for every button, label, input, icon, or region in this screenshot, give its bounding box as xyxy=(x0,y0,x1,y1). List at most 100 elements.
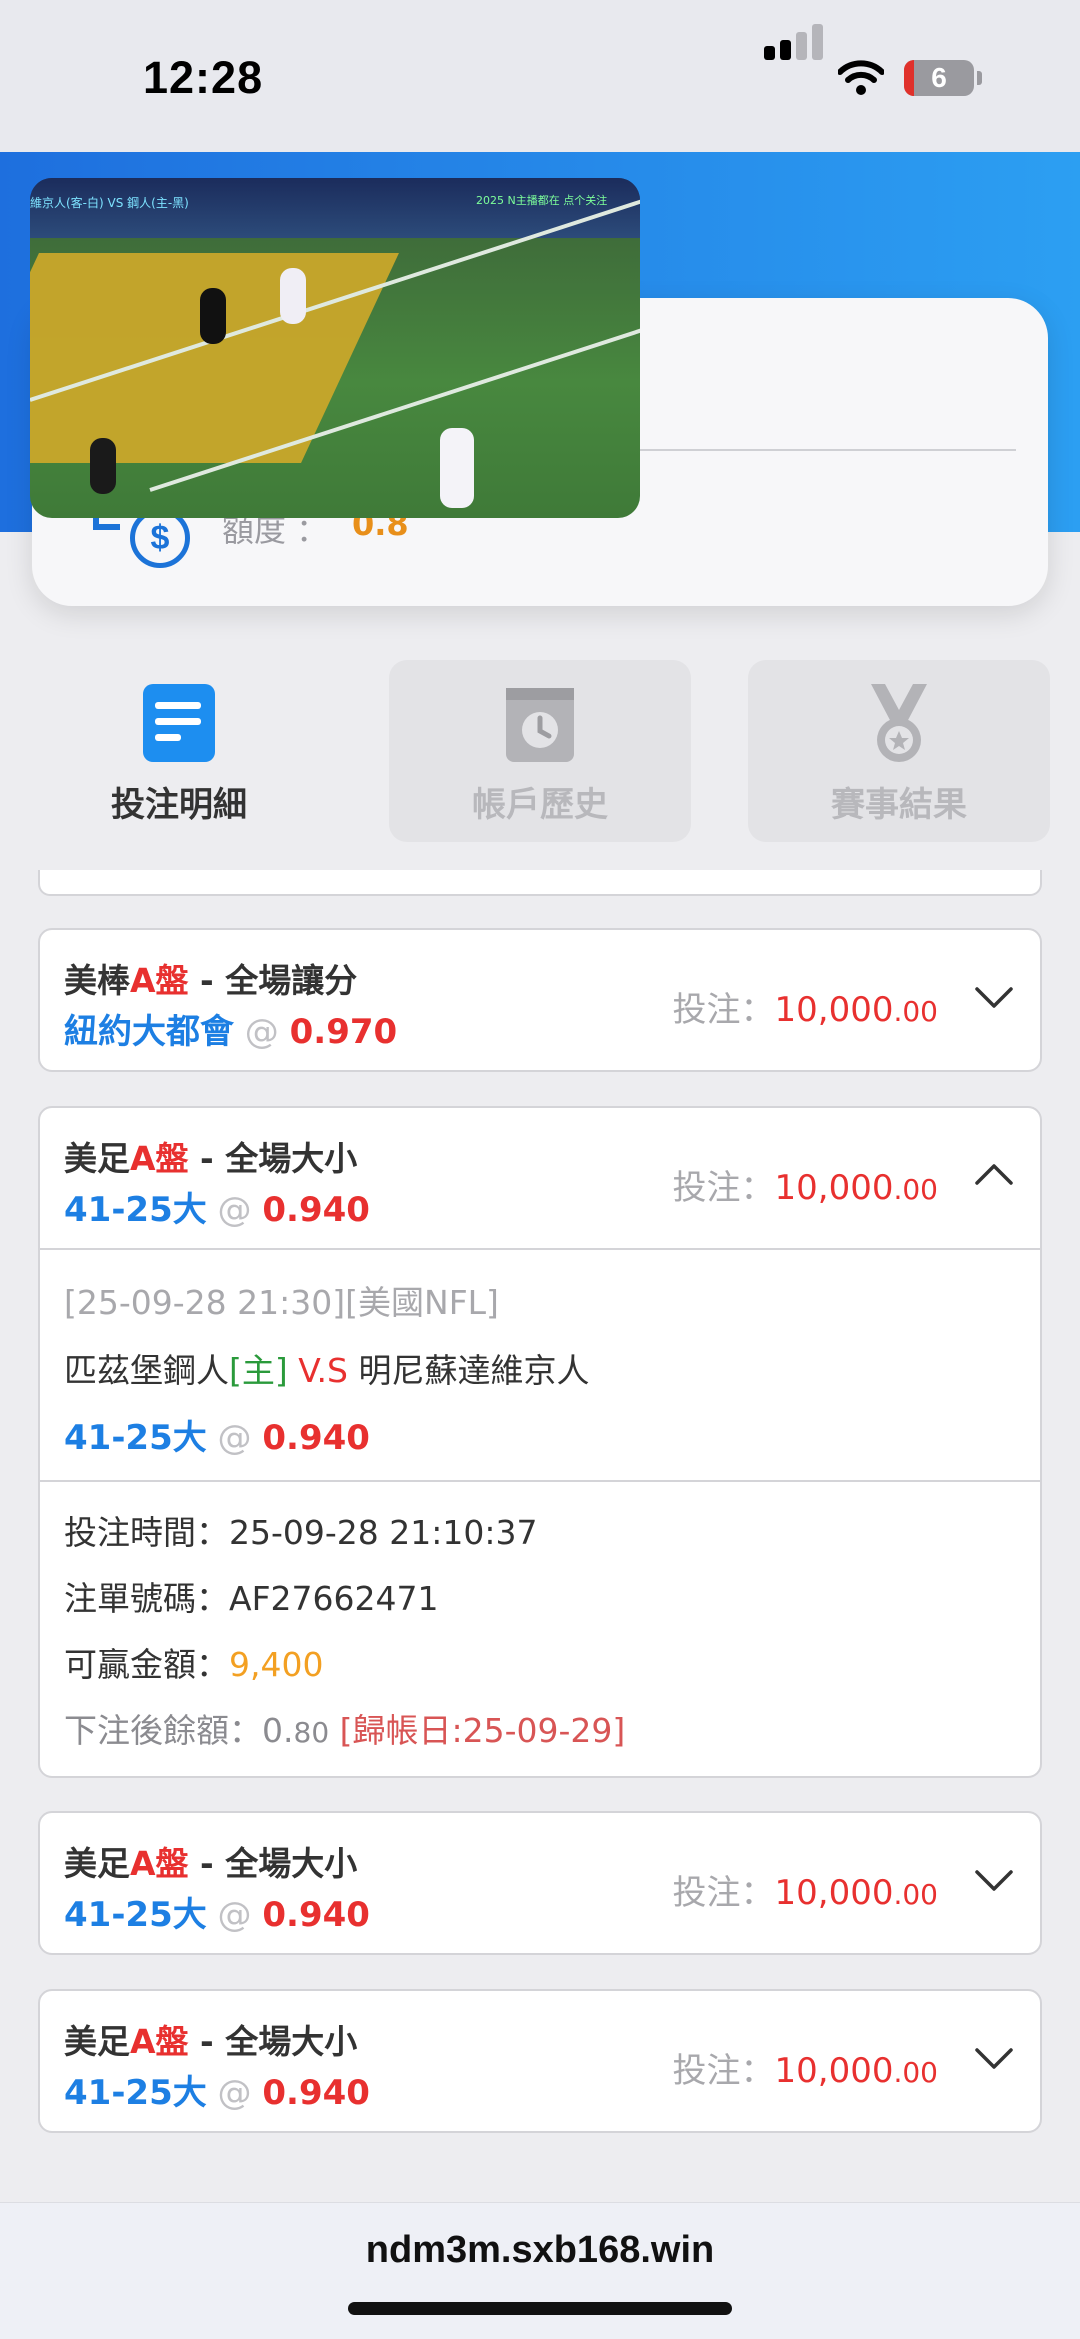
browser-url[interactable]: ndm3m.sxb168.win xyxy=(0,2229,1080,2272)
stake-amount: 10,000 xyxy=(774,1168,894,1208)
bet-card-header[interactable]: 美足A盤 - 全場大小 41-25大 @ 0.940 投注：10,000.00 xyxy=(40,1813,1040,1953)
bet-market-code: A盤 xyxy=(130,1139,189,1178)
bet-market: - 全場大小 xyxy=(188,1844,358,1883)
bet-time-label: 投注時間： xyxy=(64,1513,229,1552)
chevron-down-icon[interactable] xyxy=(974,982,1014,1012)
previous-bet-card-edge xyxy=(38,870,1042,896)
video-ticker-left: 維京人(客-白) VS 鋼人(主-黑) xyxy=(30,196,189,210)
bet-card[interactable]: 美棒A盤 - 全場讓分 紐約大都會 @ 0.970 投注：10,000.00 xyxy=(38,928,1042,1072)
bet-time-value: 25-09-28 21:10:37 xyxy=(229,1513,538,1552)
battery-level: 6 xyxy=(931,62,947,93)
bet-card[interactable]: 美足A盤 - 全場大小 41-25大 @ 0.940 投注：10,000.00 xyxy=(38,1989,1042,2133)
video-player-figure xyxy=(440,428,474,508)
bet-market: - 全場大小 xyxy=(188,2022,358,2061)
bet-pick-name: 41-25大 xyxy=(64,1418,207,1458)
bet-sport: 美足 xyxy=(64,1139,130,1178)
chevron-down-icon[interactable] xyxy=(974,2043,1014,2073)
chevron-down-icon[interactable] xyxy=(974,1865,1014,1895)
versus-label: V.S xyxy=(287,1351,359,1390)
stake-decimal: .00 xyxy=(893,995,938,1028)
bet-market-code: A盤 xyxy=(130,2022,189,2061)
status-bar: 12:28 6 xyxy=(0,0,1080,152)
balance-value: 0. xyxy=(262,1711,294,1750)
bet-stake: 投注：10,000.00 xyxy=(673,982,939,1031)
chevron-up-icon[interactable] xyxy=(974,1160,1014,1190)
bet-stake: 投注：10,000.00 xyxy=(673,1865,939,1914)
win-label: 可贏金額： xyxy=(64,1645,229,1684)
stake-decimal: .00 xyxy=(893,1173,938,1206)
bet-card-header[interactable]: 美足A盤 - 全場大小 41-25大 @ 0.940 投注：10,000.00 xyxy=(40,1108,1040,1248)
stake-label: 投注： xyxy=(672,990,775,1030)
bet-sport: 美棒 xyxy=(64,961,130,1000)
bet-pick: 41-25大 @ 0.940 xyxy=(64,2065,370,2114)
bet-time-line: 投注時間：25-09-28 21:10:37 xyxy=(64,1506,538,1554)
stake-label: 投注： xyxy=(672,2051,775,2091)
settlement-date: [歸帳日:25-09-29] xyxy=(329,1711,626,1750)
bet-pick: 41-25大 @ 0.940 xyxy=(64,1887,370,1936)
battery-tip xyxy=(977,71,982,85)
bet-pick: 紐約大都會 @ 0.970 xyxy=(64,1004,397,1053)
bet-odds: 0.940 xyxy=(262,1895,370,1935)
match-info-section: [25-09-28 21:30][美國NFL] 匹茲堡鋼人[主] V.S 明尼蘇… xyxy=(40,1248,1040,1480)
bet-market: - 全場讓分 xyxy=(188,961,358,1000)
bet-card-expanded[interactable]: 美足A盤 - 全場大小 41-25大 @ 0.940 投注：10,000.00 … xyxy=(38,1106,1042,1778)
match-pick: 41-25大 @ 0.940 xyxy=(64,1410,370,1459)
match-datetime-league: [25-09-28 21:30][美國NFL] xyxy=(64,1283,499,1322)
bet-pick: 41-25大 @ 0.940 xyxy=(64,1182,370,1231)
stake-decimal: .00 xyxy=(893,1878,938,1911)
receipt-icon xyxy=(143,684,215,762)
bet-title: 美足A盤 - 全場大小 xyxy=(64,1132,357,1180)
stake-decimal: .00 xyxy=(893,2056,938,2089)
ticket-number: AF27662471 xyxy=(229,1579,439,1618)
video-player-figure xyxy=(280,268,306,324)
live-video-player[interactable]: 維京人(客-白) VS 鋼人(主-黑) 2025 N主播都在 点个关注 xyxy=(30,178,640,518)
tab-bet-details[interactable]: 投注明細 xyxy=(28,660,330,842)
bet-odds: 0.940 xyxy=(262,1418,370,1458)
stake-amount: 10,000 xyxy=(774,2051,894,2091)
balance-line: 下注後餘額：0.80 [歸帳日:25-09-29] xyxy=(64,1704,625,1752)
bet-at: @ xyxy=(234,1012,290,1052)
clock-calendar-icon xyxy=(506,688,574,762)
bet-title: 美足A盤 - 全場大小 xyxy=(64,2015,357,2063)
video-endzone xyxy=(30,253,399,463)
bet-odds: 0.970 xyxy=(289,1012,398,1052)
bet-card-header[interactable]: 美足A盤 - 全場大小 41-25大 @ 0.940 投注：10,000.00 xyxy=(40,1991,1040,2131)
ticket-label: 注單號碼： xyxy=(64,1579,229,1618)
win-amount: 9,400 xyxy=(229,1645,324,1684)
stake-label: 投注： xyxy=(672,1873,775,1913)
stake-amount: 10,000 xyxy=(774,1873,894,1913)
bet-pick-name: 41-25大 xyxy=(64,2073,207,2113)
tab-label: 賽事結果 xyxy=(831,785,967,825)
bet-at: @ xyxy=(206,1418,263,1458)
battery-icon: 6 xyxy=(904,60,974,96)
account-divider xyxy=(640,449,1016,451)
home-team: 匹茲堡鋼人 xyxy=(64,1351,229,1390)
bet-sport: 美足 xyxy=(64,1844,130,1883)
bet-title: 美足A盤 - 全場大小 xyxy=(64,1837,357,1885)
home-indicator[interactable] xyxy=(348,2302,732,2315)
bet-pick-name: 41-25大 xyxy=(64,1895,207,1935)
video-player-figure xyxy=(90,438,116,494)
bet-market-code: A盤 xyxy=(130,961,189,1000)
away-team: 明尼蘇達維京人 xyxy=(358,1351,590,1390)
balance-label: 下注後餘額： xyxy=(64,1711,262,1750)
bet-odds: 0.940 xyxy=(262,2073,370,2113)
bet-title: 美棒A盤 - 全場讓分 xyxy=(64,954,357,1002)
bet-at: @ xyxy=(206,1895,263,1935)
status-time: 12:28 xyxy=(143,52,264,103)
ticket-number-line: 注單號碼：AF27662471 xyxy=(64,1572,439,1620)
stake-amount: 10,000 xyxy=(774,990,894,1030)
tab-label: 帳戶歷史 xyxy=(472,785,608,825)
bet-card-header[interactable]: 美棒A盤 - 全場讓分 紐約大都會 @ 0.970 投注：10,000.00 xyxy=(40,930,1040,1070)
bet-card[interactable]: 美足A盤 - 全場大小 41-25大 @ 0.940 投注：10,000.00 xyxy=(38,1811,1042,1955)
video-ticker-right: 2025 N主播都在 点个关注 xyxy=(476,194,608,207)
tab-match-results[interactable]: 賽事結果 xyxy=(748,660,1050,842)
balance-decimal: 80 xyxy=(293,1716,330,1749)
bet-market: - 全場大小 xyxy=(188,1139,358,1178)
bet-pick-name: 41-25大 xyxy=(64,1190,207,1230)
tab-account-history[interactable]: 帳戶歷史 xyxy=(389,660,691,842)
potential-win-line: 可贏金額：9,400 xyxy=(64,1638,323,1686)
wifi-icon xyxy=(838,60,884,95)
stake-label: 投注： xyxy=(672,1168,775,1208)
bet-odds: 0.940 xyxy=(262,1190,370,1230)
